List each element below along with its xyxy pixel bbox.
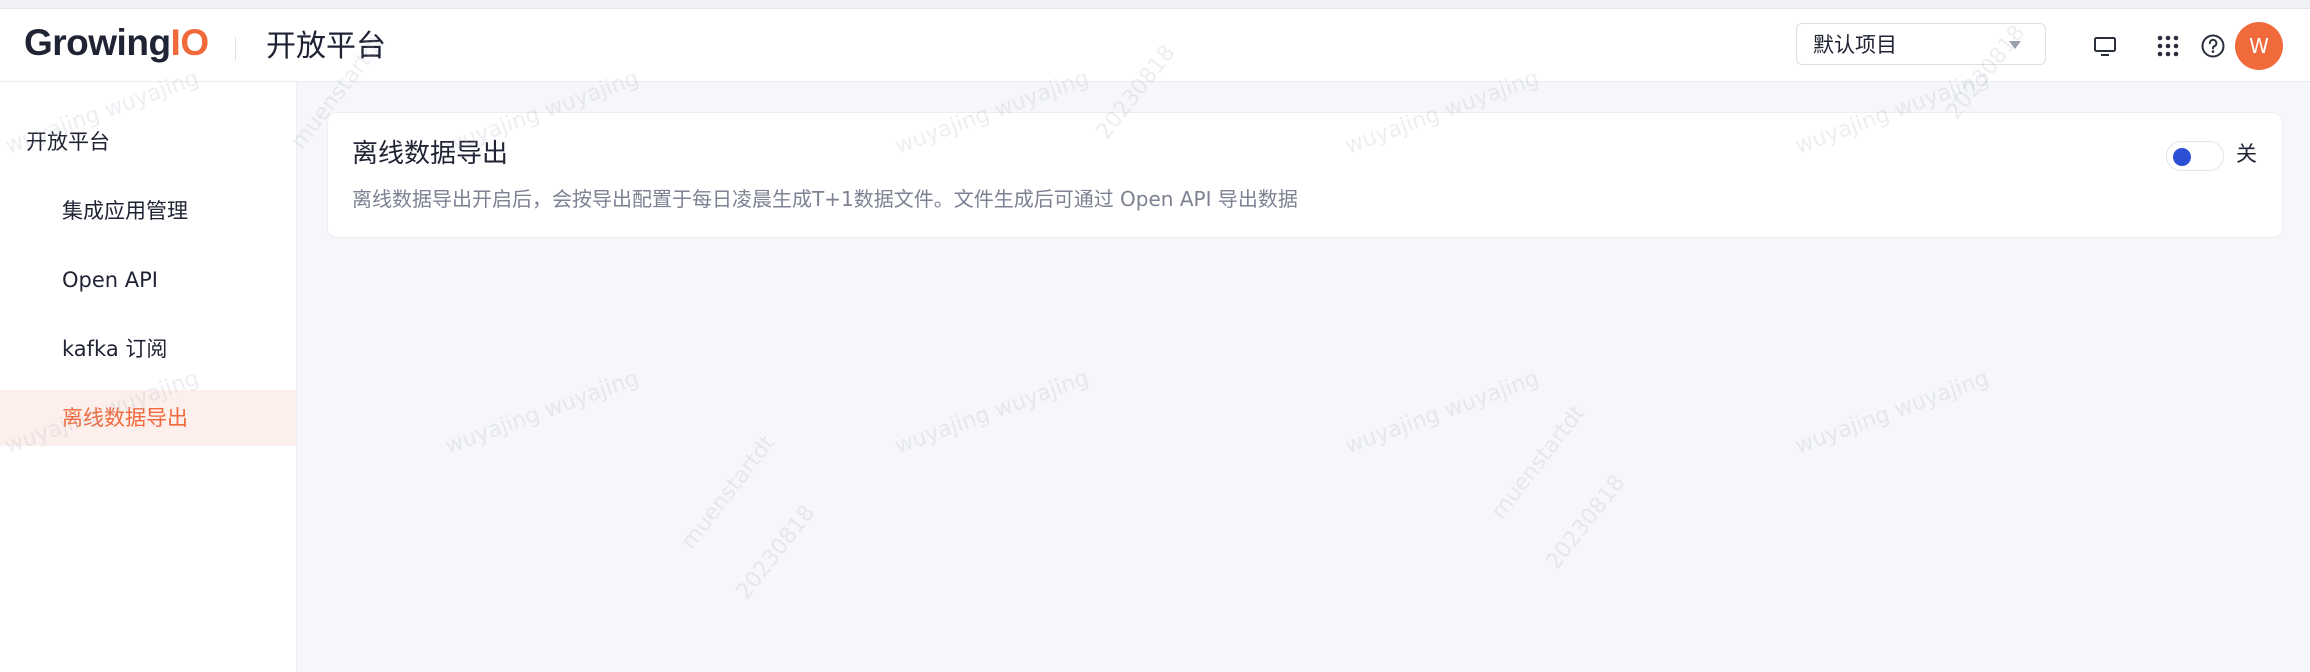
project-select-value: 默认项目: [1813, 33, 1897, 57]
page-title: 开放平台: [266, 29, 386, 64]
sidebar-item-open-api[interactable]: Open API: [0, 252, 296, 308]
watermark-text: wuyajing wuyajing: [441, 365, 643, 460]
header-divider: [235, 37, 236, 61]
toggle-knob: [2173, 148, 2191, 166]
help-icon[interactable]: [2200, 33, 2226, 59]
sidebar-item-integration-apps[interactable]: 集成应用管理: [0, 183, 296, 239]
offline-export-toggle[interactable]: [2166, 141, 2224, 171]
top-header: GrowingIO 开放平台 默认项目 W: [0, 9, 2310, 82]
avatar[interactable]: W: [2235, 22, 2283, 70]
sidebar-item-offline-export[interactable]: 离线数据导出: [0, 390, 296, 446]
watermark-text: muenstartdt: [676, 430, 781, 555]
watermark-text: 20230818: [1541, 470, 1631, 575]
growingio-logo[interactable]: GrowingIO: [24, 23, 209, 63]
sidebar-section-title: 开放平台: [26, 130, 110, 154]
apps-grid-icon[interactable]: [2155, 33, 2181, 59]
card-description: 离线数据导出开启后，会按导出配置于每日凌晨生成T+1数据文件。文件生成后可通过 …: [352, 187, 1298, 211]
logo-accent: IO: [170, 22, 210, 63]
watermark-text: 20230818: [731, 500, 821, 605]
offline-export-card: 离线数据导出 离线数据导出开启后，会按导出配置于每日凌晨生成T+1数据文件。文件…: [327, 112, 2283, 238]
sidebar-item-kafka[interactable]: kafka 订阅: [0, 321, 296, 377]
toggle-status-label: 关: [2236, 142, 2257, 166]
logo-main: Growing: [24, 22, 171, 63]
sidebar: 开放平台 集成应用管理 Open API kafka 订阅 离线数据导出: [0, 82, 297, 672]
watermark-text: wuyajing wuyajing: [1791, 365, 1993, 460]
project-select[interactable]: 默认项目: [1796, 23, 2046, 65]
monitor-icon[interactable]: [2092, 33, 2118, 59]
watermark-text: wuyajing wuyajing: [891, 365, 1093, 460]
watermark-text: muenstartdt: [1486, 400, 1591, 525]
card-title: 离线数据导出: [352, 139, 509, 169]
watermark-text: wuyajing wuyajing: [1341, 365, 1543, 460]
browser-top-strip: [0, 0, 2310, 9]
chevron-down-icon: [2009, 41, 2021, 49]
